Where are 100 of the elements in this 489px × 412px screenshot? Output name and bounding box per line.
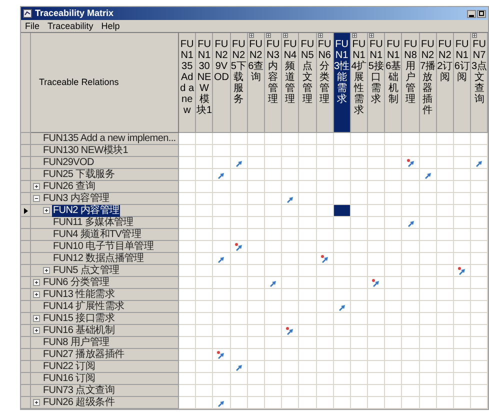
column-header-label: FUN13性能需求 bbox=[334, 39, 350, 107]
column-header-label: FUN4频道管理 bbox=[282, 39, 298, 107]
row-header[interactable]: FUN15 接口需求 bbox=[31, 313, 179, 325]
expand-icon[interactable] bbox=[283, 33, 288, 38]
row-header[interactable]: FUN29VOD bbox=[31, 157, 179, 169]
row-header-label[interactable]: FUN11 多媒体管理 bbox=[52, 216, 134, 228]
menu-item[interactable]: Help bbox=[101, 20, 120, 32]
column-header-label: FUN135 Add a new bbox=[179, 39, 196, 118]
column-header[interactable]: FUN27播放器插件 bbox=[420, 33, 437, 133]
row-header[interactable]: FUN8 用户管理 bbox=[31, 337, 179, 349]
column-header[interactable]: FUN3内容管理 bbox=[264, 33, 282, 133]
column-header-label: Traceable Relations bbox=[39, 77, 119, 88]
column-header-label: FUN27播放器插件 bbox=[420, 39, 436, 118]
expand-icon[interactable] bbox=[248, 33, 254, 38]
row-header[interactable]: FUN22 订阅 bbox=[31, 361, 179, 373]
expand-icon[interactable] bbox=[33, 399, 40, 406]
column-header[interactable]: FUN8用户管理 bbox=[402, 33, 420, 133]
expand-icon[interactable] bbox=[43, 207, 50, 214]
column-header[interactable]: FUN16基础机制 bbox=[385, 33, 402, 133]
column-header[interactable]: FUN26查询 bbox=[248, 33, 265, 133]
minimize-icon bbox=[469, 14, 474, 16]
menu-item[interactable]: File bbox=[25, 20, 40, 32]
row-header[interactable]: FUN26 查询 bbox=[31, 181, 179, 193]
row-header[interactable]: FUN11 多媒体管理 bbox=[31, 217, 179, 229]
row-header[interactable]: FUN5 点文管理 bbox=[31, 265, 179, 277]
row-header-label[interactable]: FUN27 播放器插件 bbox=[42, 348, 126, 360]
column-header-label: FUN5点文管理 bbox=[300, 39, 316, 107]
row-header[interactable]: FUN3 内容管理 bbox=[31, 193, 179, 205]
expand-icon[interactable] bbox=[33, 315, 40, 322]
expand-icon[interactable] bbox=[472, 33, 478, 38]
row-header-label[interactable]: FUN16 基础机制 bbox=[42, 324, 116, 336]
column-header[interactable]: FUN25下载服务 bbox=[230, 33, 248, 133]
expand-icon[interactable] bbox=[43, 267, 50, 274]
column-header[interactable]: FUN13性能需求 bbox=[334, 33, 351, 133]
row-header-label[interactable]: FUN29VOD bbox=[42, 156, 95, 168]
column-header-label: FUN15接口需求 bbox=[368, 39, 384, 107]
row-header-label[interactable]: FUN13 性能需求 bbox=[42, 288, 116, 300]
column-header-label: FUN130NEW模块1 bbox=[196, 39, 212, 118]
expand-icon[interactable] bbox=[33, 279, 40, 286]
row-header-label[interactable]: FUN26 超级条件 bbox=[42, 396, 116, 408]
row-selector[interactable] bbox=[21, 205, 31, 217]
row-header-label[interactable]: FUN4 频道和TV管理 bbox=[52, 228, 142, 240]
row-header[interactable]: FUN10 电子节目单管理 bbox=[31, 241, 179, 253]
column-header[interactable]: FUN29VOD bbox=[213, 33, 231, 133]
row-header-label[interactable]: FUN12 数据点播管理 bbox=[52, 252, 145, 264]
column-header[interactable]: FUN14扩展性需求 bbox=[350, 33, 368, 133]
row-header[interactable]: FUN6 分类管理 bbox=[31, 277, 179, 289]
column-header[interactable]: FUN6分类管理 bbox=[316, 33, 334, 133]
column-header-label: FUN8用户管理 bbox=[402, 39, 418, 107]
row-header[interactable]: FUN13 性能需求 bbox=[31, 289, 179, 301]
column-header[interactable]: FUN135 Add a new bbox=[179, 33, 196, 133]
column-header[interactable]: FUN73点文查询 bbox=[471, 33, 488, 133]
expand-icon[interactable] bbox=[352, 33, 357, 38]
row-header[interactable]: FUN135 Add a new implemen... bbox=[31, 133, 179, 145]
expand-icon[interactable] bbox=[318, 33, 322, 38]
row-header[interactable]: FUN27 播放器插件 bbox=[31, 349, 179, 361]
column-header[interactable]: FUN5点文管理 bbox=[299, 33, 316, 133]
column-header[interactable]: FUN15接口需求 bbox=[368, 33, 386, 133]
expand-icon[interactable] bbox=[266, 33, 271, 38]
minimize-button[interactable] bbox=[467, 10, 476, 18]
row-header-label[interactable]: FUN73 点文查询 bbox=[42, 384, 116, 396]
row-header[interactable]: FUN25 下载服务 bbox=[31, 169, 179, 181]
maximize-button[interactable] bbox=[477, 10, 486, 18]
column-header-label: FUN16基础机制 bbox=[385, 39, 402, 107]
row-header-label[interactable]: FUN5 点文管理 bbox=[52, 264, 120, 276]
collapse-icon[interactable] bbox=[33, 195, 40, 202]
row-header-label[interactable]: FUN26 查询 bbox=[42, 180, 96, 192]
row-header-label[interactable]: FUN2 内容管理 bbox=[52, 204, 120, 216]
column-header-label: FUN73点文查询 bbox=[471, 39, 488, 107]
column-header[interactable]: FUN22订阅 bbox=[436, 33, 454, 133]
expand-icon[interactable] bbox=[33, 183, 40, 190]
menu-item[interactable]: Traceability bbox=[48, 20, 94, 32]
row-header-label[interactable]: FUN22 订阅 bbox=[42, 360, 96, 372]
expand-icon[interactable] bbox=[369, 33, 374, 38]
row-header-label[interactable]: FUN130 NEW模块1 bbox=[42, 144, 130, 156]
row-header[interactable]: FUN16 订阅 bbox=[31, 373, 179, 385]
column-header-label: FUN22订阅 bbox=[436, 39, 453, 85]
row-header-label[interactable]: FUN15 接口需求 bbox=[42, 312, 116, 324]
column-header[interactable]: FUN130NEW模块1 bbox=[196, 33, 214, 133]
row-header-label[interactable]: FUN14 扩展性需求 bbox=[42, 300, 126, 312]
expand-icon[interactable] bbox=[33, 291, 40, 298]
row-header[interactable]: FUN26 超级条件 bbox=[31, 397, 179, 409]
column-header[interactable]: FUN16订阅 bbox=[454, 33, 472, 133]
column-header[interactable]: FUN4频道管理 bbox=[282, 33, 300, 133]
row-header[interactable]: FUN12 数据点播管理 bbox=[31, 253, 179, 265]
row-header[interactable]: FUN14 扩展性需求 bbox=[31, 301, 179, 313]
row-header[interactable]: FUN16 基础机制 bbox=[31, 325, 179, 337]
expand-icon[interactable] bbox=[33, 327, 40, 334]
row-header-label[interactable]: FUN10 电子节目单管理 bbox=[52, 240, 155, 252]
row-header-label[interactable]: FUN3 内容管理 bbox=[42, 192, 110, 204]
row-header-label[interactable]: FUN16 订阅 bbox=[42, 372, 96, 384]
row-header-label[interactable]: FUN6 分类管理 bbox=[42, 276, 110, 288]
row-header[interactable]: FUN73 点文查询 bbox=[31, 385, 179, 397]
row-header[interactable]: FUN4 频道和TV管理 bbox=[31, 229, 179, 241]
row-header[interactable]: FUN130 NEW模块1 bbox=[31, 145, 179, 157]
row-header[interactable]: FUN2 内容管理 bbox=[31, 205, 179, 217]
row-header-label[interactable]: FUN25 下载服务 bbox=[42, 168, 116, 180]
column-header-label: FUN6分类管理 bbox=[316, 39, 332, 107]
row-header-label[interactable]: FUN8 用户管理 bbox=[42, 336, 110, 348]
row-header-label[interactable]: FUN135 Add a new implemen... bbox=[42, 132, 177, 144]
